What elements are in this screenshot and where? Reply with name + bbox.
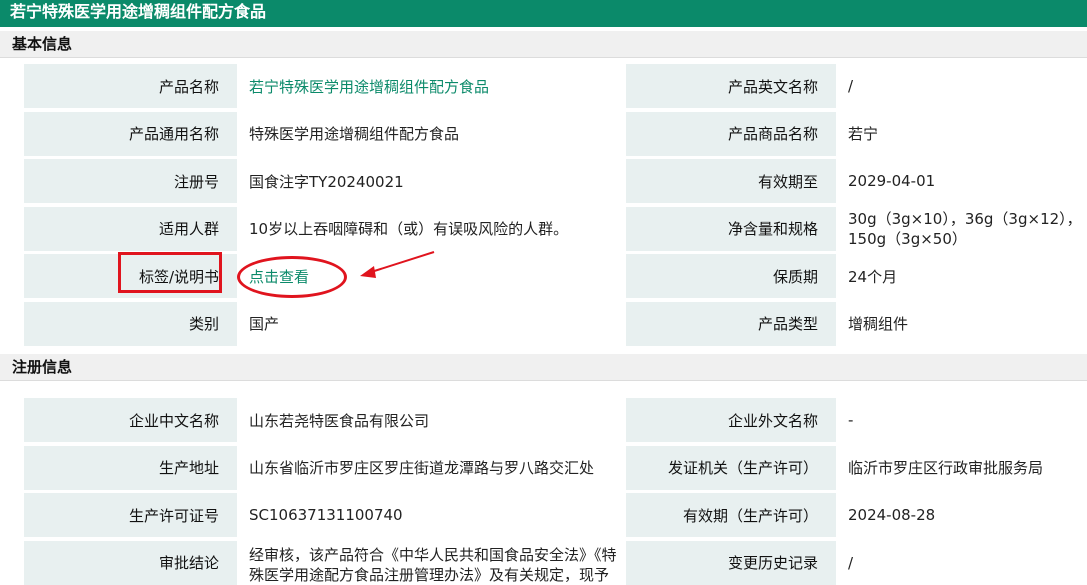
product-name-label: 产品名称 (24, 64, 237, 108)
company-en-label: 企业外文名称 (623, 398, 836, 442)
english-name-label: 产品英文名称 (623, 64, 836, 108)
issuer-label: 发证机关（生产许可） (623, 445, 836, 490)
history-label: 变更历史记录 (623, 540, 836, 585)
highlight-box (118, 252, 222, 293)
conclusion-label: 审批结论 (24, 540, 237, 585)
issuer-value: 临沂市罗庄区行政审批服务局 (836, 445, 1086, 490)
valid-until-value: 2029-04-01 (836, 159, 1086, 204)
company-cn-value: 山东若尧特医食品有限公司 (237, 398, 623, 442)
reg-no-value: 国食注字TY20240021 (237, 159, 623, 204)
net-content-label: 净含量和规格 (623, 206, 836, 251)
address-label: 生产地址 (24, 445, 237, 490)
conclusion-value: 经审核，该产品符合《中华人民共和国食品安全法》《特殊医学用途配方食品注册管理办法… (237, 540, 623, 585)
basic-info-table: 产品名称 若宁特殊医学用途增稠组件配方食品 产品英文名称 / 产品通用名称 特殊… (24, 64, 1087, 346)
generic-name-value: 特殊医学用途增稠组件配方食品 (237, 111, 623, 156)
registration-info-table: 企业中文名称 山东若尧特医食品有限公司 企业外文名称 - 生产地址 山东省临沂市… (24, 398, 1087, 585)
category-label: 类别 (24, 301, 237, 346)
product-type-label: 产品类型 (623, 301, 836, 346)
history-value: / (836, 540, 1086, 585)
license-valid-label: 有效期（生产许可） (623, 493, 836, 538)
valid-until-label: 有效期至 (623, 159, 836, 204)
category-value: 国产 (237, 301, 623, 346)
page-title: 若宁特殊医学用途增稠组件配方食品 (0, 0, 1087, 27)
net-content-value: 30g（3g×10），36g（3g×12），150g（3g×50） (836, 206, 1086, 251)
address-value: 山东省临沂市罗庄区罗庄街道龙潭路与罗八路交汇处 (237, 445, 623, 490)
generic-name-label: 产品通用名称 (24, 111, 237, 156)
section-title-registration: 注册信息 (0, 354, 1087, 381)
target-label: 适用人群 (24, 206, 237, 251)
brand-name-label: 产品商品名称 (623, 111, 836, 156)
english-name-value: / (836, 64, 1086, 108)
shelf-life-value: 24个月 (836, 254, 1086, 299)
license-no-value: SC10637131100740 (237, 493, 623, 538)
highlight-ellipse (237, 256, 347, 298)
section-title-basic: 基本信息 (0, 31, 1087, 58)
brand-name-value: 若宁 (836, 111, 1086, 156)
product-name-link[interactable]: 若宁特殊医学用途增稠组件配方食品 (249, 76, 489, 97)
shelf-life-label: 保质期 (623, 254, 836, 299)
license-valid-value: 2024-08-28 (836, 493, 1086, 538)
product-type-value: 增稠组件 (836, 301, 1086, 346)
target-value: 10岁以上吞咽障碍和（或）有误吸风险的人群。 (237, 206, 623, 251)
license-no-label: 生产许可证号 (24, 493, 237, 538)
company-en-value: - (836, 398, 1086, 442)
reg-no-label: 注册号 (24, 159, 237, 204)
product-name-value: 若宁特殊医学用途增稠组件配方食品 (237, 64, 623, 108)
company-cn-label: 企业中文名称 (24, 398, 237, 442)
arrow-icon (360, 251, 435, 278)
